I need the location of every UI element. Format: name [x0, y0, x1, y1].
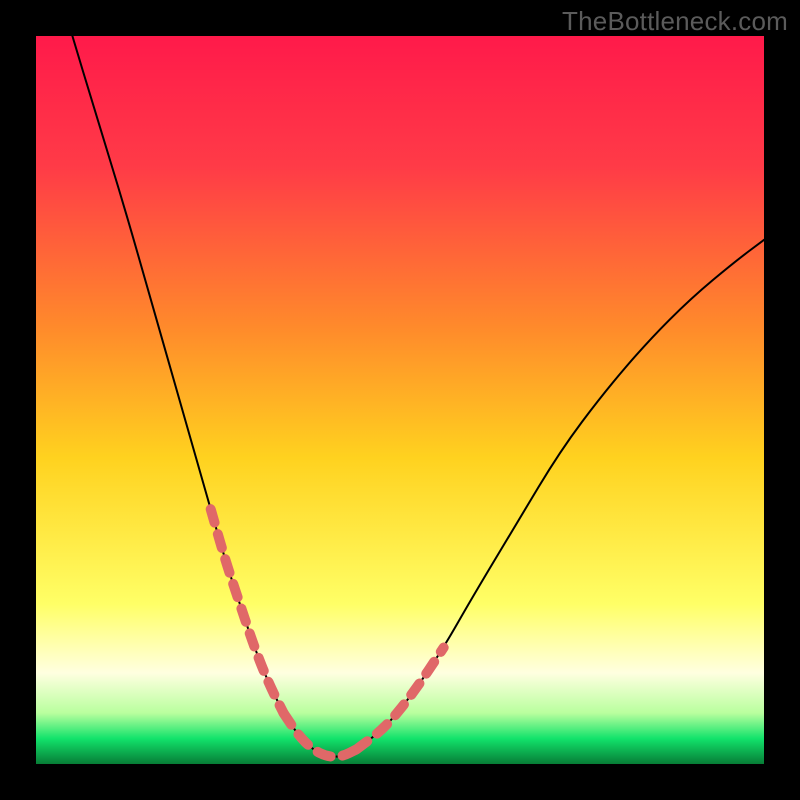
gradient-fill [36, 36, 764, 764]
chart-frame: TheBottleneck.com [0, 0, 800, 800]
watermark-text: TheBottleneck.com [562, 6, 788, 37]
plot-area [36, 36, 764, 764]
plot-svg [36, 36, 764, 764]
